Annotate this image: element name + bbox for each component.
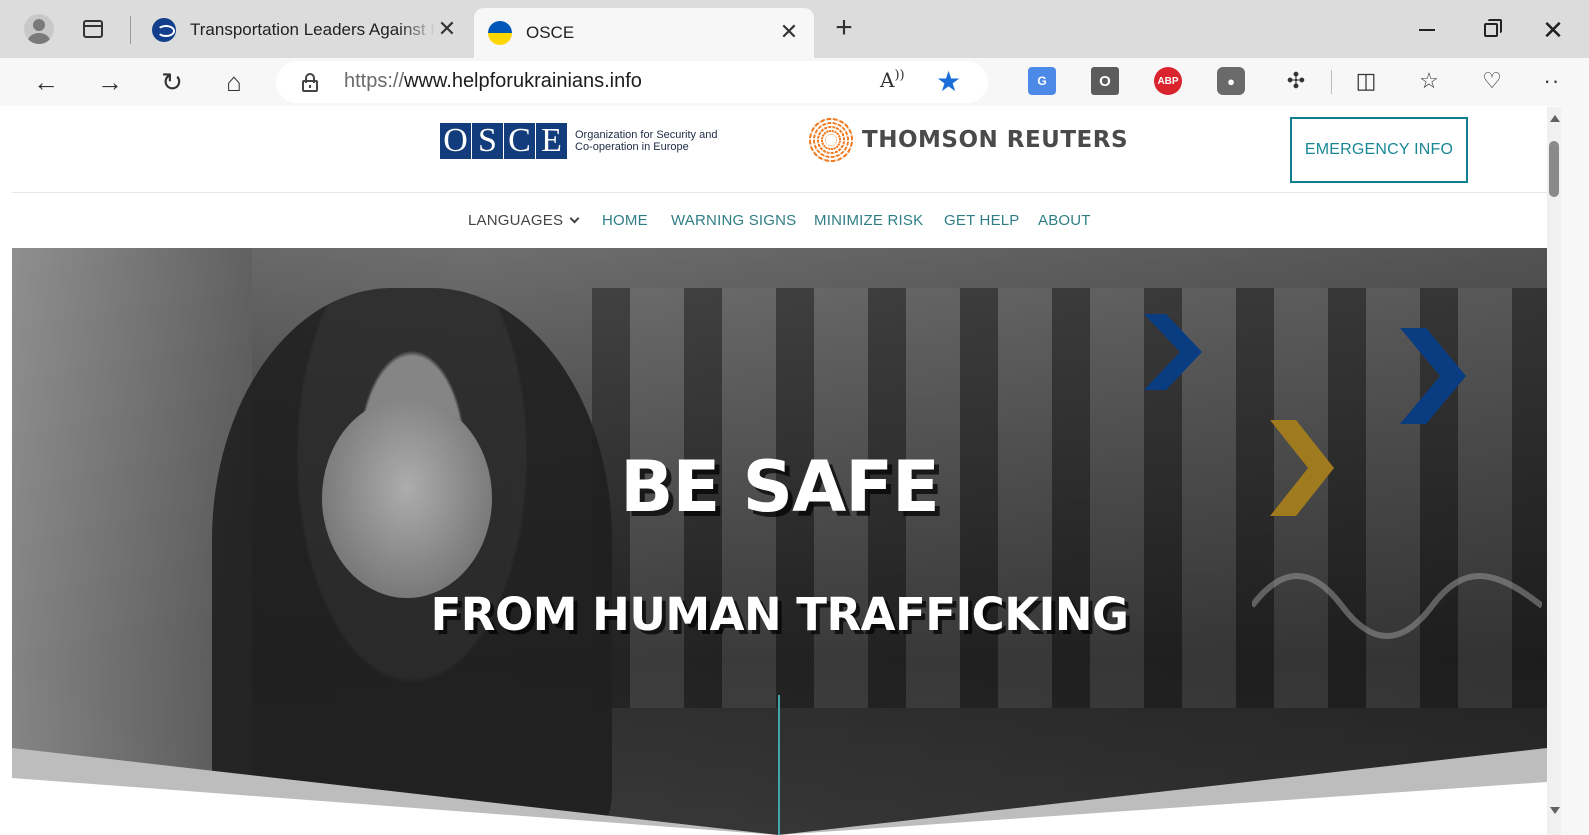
title-bar-separator xyxy=(130,16,131,44)
url-scheme: https:// xyxy=(344,70,405,92)
nav-languages[interactable]: LANGUAGES xyxy=(468,212,580,229)
osce-letter: S xyxy=(472,123,503,159)
thomson-reuters-logo[interactable]: THOMSON REUTERS xyxy=(808,117,1128,163)
page-viewport: O S C E Organization for Security and Co… xyxy=(12,107,1547,835)
blue-chevron-small-icon xyxy=(1144,314,1202,390)
hero-scroll-line xyxy=(778,695,780,835)
tab-osce[interactable]: OSCE ✕ xyxy=(474,8,814,58)
scrollbar-thumb[interactable] xyxy=(1549,141,1559,197)
lock-icon[interactable] xyxy=(302,73,318,92)
scroll-down-arrow-icon[interactable] xyxy=(1550,807,1560,814)
o-extension-icon[interactable]: O xyxy=(1091,67,1119,95)
nav-languages-label: LANGUAGES xyxy=(468,212,564,229)
nav-get-help[interactable]: GET HELP xyxy=(944,212,1020,229)
url-text[interactable]: https://www.helpforukrainians.info xyxy=(344,70,642,93)
translate-extension-icon[interactable]: G xyxy=(1028,67,1056,95)
back-button[interactable]: ← xyxy=(26,62,66,102)
hero-title: BE SAFE xyxy=(620,446,940,528)
browser-essentials-icon[interactable]: ♡ xyxy=(1476,65,1508,97)
shield-extension-icon[interactable]: ● xyxy=(1217,67,1245,95)
tab-title: OSCE xyxy=(526,23,575,42)
browser-toolbar: ← → ↻ ⌂ https://www.helpforukrainians.in… xyxy=(0,58,1589,106)
minimize-window-button[interactable] xyxy=(1404,10,1450,50)
new-tab-button[interactable]: + xyxy=(826,12,862,48)
tab-transportation-leaders[interactable]: Transportation Leaders Against H ✕ xyxy=(138,8,472,52)
toolbar-separator xyxy=(1331,70,1332,94)
profile-avatar-icon[interactable] xyxy=(22,12,56,46)
favorites-icon[interactable]: ☆ xyxy=(1413,65,1445,97)
tab-actions-icon[interactable] xyxy=(76,12,110,46)
blue-chevron-large-icon xyxy=(1400,328,1466,424)
restore-window-button[interactable] xyxy=(1468,10,1514,50)
thomson-reuters-dots-icon xyxy=(808,117,854,163)
window-right-edge xyxy=(1561,58,1589,835)
favorite-star-icon[interactable]: ★ xyxy=(936,65,961,98)
extensions-puzzle-icon[interactable]: ✣ xyxy=(1280,65,1312,97)
close-icon[interactable]: ✕ xyxy=(778,21,800,44)
close-window-button[interactable]: ✕ xyxy=(1530,10,1576,50)
scroll-up-arrow-icon[interactable] xyxy=(1550,115,1560,122)
osce-letter: C xyxy=(504,123,535,159)
osce-letter: E xyxy=(536,123,567,159)
forward-button[interactable]: → xyxy=(90,62,130,102)
site-nav: LANGUAGES HOME WARNING SIGNS MINIMIZE RI… xyxy=(12,194,1547,248)
osce-logo[interactable]: O S C E Organization for Security and Co… xyxy=(440,123,717,159)
read-aloud-icon[interactable]: A)) xyxy=(880,68,905,92)
browser-title-bar: Transportation Leaders Against H ✕ OSCE … xyxy=(0,0,1589,58)
restore-icon xyxy=(1484,19,1502,37)
page-scrollbar[interactable] xyxy=(1547,107,1561,835)
minimize-icon xyxy=(1419,29,1435,31)
nav-warning-signs[interactable]: WARNING SIGNS xyxy=(671,212,796,229)
url-host: www.helpforukrainians.info xyxy=(404,70,642,92)
hero-banner: BE SAFE FROM HUMAN TRAFFICKING xyxy=(12,248,1547,835)
site-header: O S C E Organization for Security and Co… xyxy=(12,107,1547,193)
ukraine-flag-favicon-icon xyxy=(488,21,512,45)
chevron-down-icon xyxy=(569,213,580,224)
address-bar[interactable]: https://www.helpforukrainians.info A)) ★ xyxy=(276,61,988,103)
close-icon[interactable]: ✕ xyxy=(436,18,458,41)
nav-about[interactable]: ABOUT xyxy=(1038,212,1091,229)
osce-letters: O S C E xyxy=(440,123,568,159)
osce-tagline-line1: Organization for Security and xyxy=(575,129,718,141)
osce-tagline: Organization for Security and Co-operati… xyxy=(575,129,717,153)
hero-subtitle: FROM HUMAN TRAFFICKING xyxy=(430,588,1129,641)
nav-minimize-risk[interactable]: MINIMIZE RISK xyxy=(814,212,923,229)
reload-button[interactable]: ↻ xyxy=(152,62,192,102)
nav-home[interactable]: HOME xyxy=(602,212,648,229)
adblock-plus-extension-icon[interactable]: ABP xyxy=(1154,67,1182,95)
partner-name: THOMSON REUTERS xyxy=(862,127,1129,153)
osce-tagline-line2: Co-operation in Europe xyxy=(575,141,689,153)
osce-letter: O xyxy=(440,123,471,159)
tab-title: Transportation Leaders Against H xyxy=(190,20,436,39)
split-screen-icon[interactable]: ◫ xyxy=(1350,65,1382,97)
home-button[interactable]: ⌂ xyxy=(214,62,254,102)
tab-favicon-icon xyxy=(152,18,176,42)
emergency-info-button[interactable]: EMERGENCY INFO xyxy=(1290,117,1468,183)
